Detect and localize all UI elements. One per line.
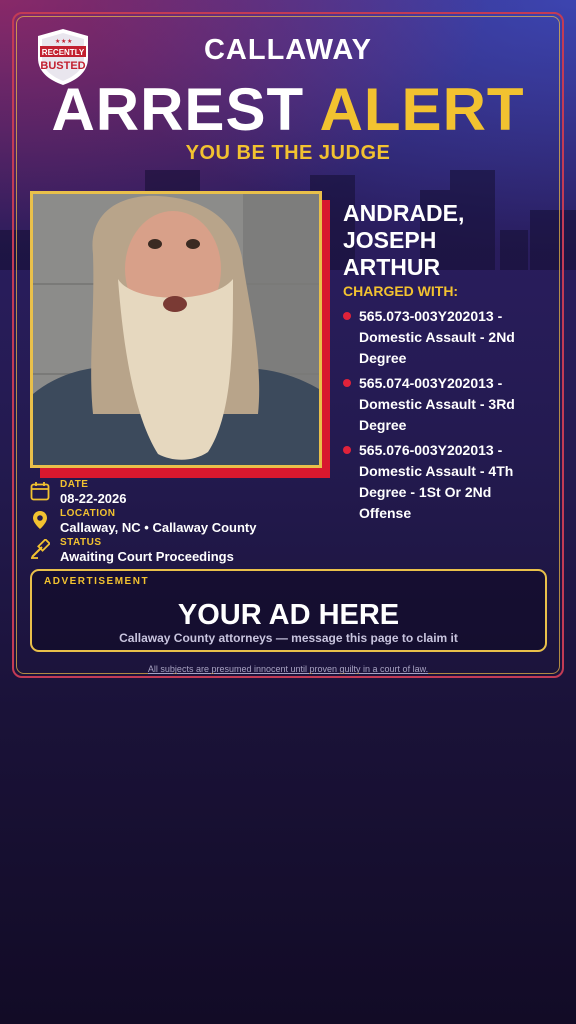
calendar-icon: [30, 482, 50, 501]
charge-text: 565.074-003Y202013 - Domestic Assault - …: [359, 375, 515, 433]
bullet-icon: [343, 446, 351, 454]
charge-item: 565.076-003Y202013 - Domestic Assault - …: [343, 440, 543, 524]
status-label: STATUS: [60, 537, 102, 548]
location-detail: LOCATION Callaway, NC • Callaway County: [30, 508, 300, 536]
status-detail: STATUS Awaiting Court Proceedings: [30, 537, 300, 565]
subject-name-line2: JOSEPH: [343, 227, 437, 253]
ad-title: YOUR AD HERE: [177, 599, 400, 631]
subject-name-line1: ANDRADE,: [343, 200, 465, 226]
date-value: 08-22-2026: [60, 491, 127, 506]
map-pin-icon: [33, 511, 47, 529]
date-detail: DATE 08-22-2026: [30, 479, 300, 507]
mugshot-photo[interactable]: [30, 191, 322, 468]
charged-with-label: CHARGED WITH:: [343, 283, 459, 299]
status-value: Awaiting Court Proceedings: [60, 549, 234, 564]
header-subtitle: YOU BE THE JUDGE: [185, 142, 391, 164]
ad-label: ADVERTISEMENT: [44, 576, 150, 587]
bullet-icon: [343, 312, 351, 320]
advertisement-box[interactable]: ADVERTISEMENT YOUR AD HERE Callaway Coun…: [30, 569, 547, 652]
location-value: Callaway, NC • Callaway County: [60, 520, 257, 535]
charge-text: 565.073-003Y202013 - Domestic Assault - …: [359, 308, 515, 366]
date-label: DATE: [60, 479, 89, 490]
mugshot-illustration: [33, 194, 319, 465]
disclaimer-text: All subjects are presumed innocent until…: [147, 664, 429, 674]
charge-text: 565.076-003Y202013 - Domestic Assault - …: [359, 442, 514, 521]
subject-name-line3: ARTHUR: [343, 254, 441, 280]
header-city: CALLAWAY: [203, 34, 373, 66]
subject-name: ANDRADE, JOSEPH ARTHUR: [343, 200, 563, 281]
header-title: ARREST ALERT: [0, 78, 576, 142]
header-title-word2: ALERT: [319, 76, 525, 143]
gavel-icon: [31, 539, 50, 559]
bullet-icon: [343, 379, 351, 387]
ad-subtitle: Callaway County attorneys — message this…: [119, 631, 458, 645]
charge-item: 565.074-003Y202013 - Domestic Assault - …: [343, 373, 543, 436]
charge-item: 565.073-003Y202013 - Domestic Assault - …: [343, 306, 543, 369]
header-title-word1: ARREST: [51, 76, 305, 143]
location-label: LOCATION: [60, 508, 116, 519]
charges-list: 565.073-003Y202013 - Domestic Assault - …: [343, 306, 543, 528]
